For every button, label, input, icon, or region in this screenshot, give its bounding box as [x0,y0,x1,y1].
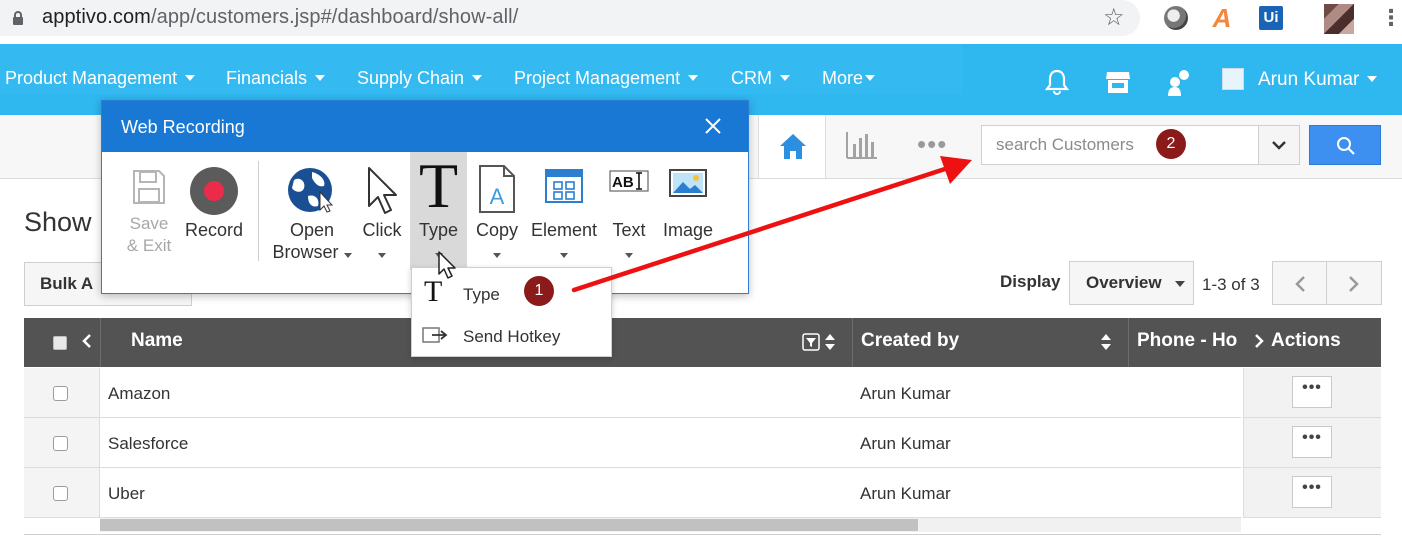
mouse-cursor-icon [438,251,456,279]
step-badge-1: 1 [524,276,554,306]
annotation-arrow [571,156,972,293]
step-badge-2: 2 [1156,129,1186,159]
